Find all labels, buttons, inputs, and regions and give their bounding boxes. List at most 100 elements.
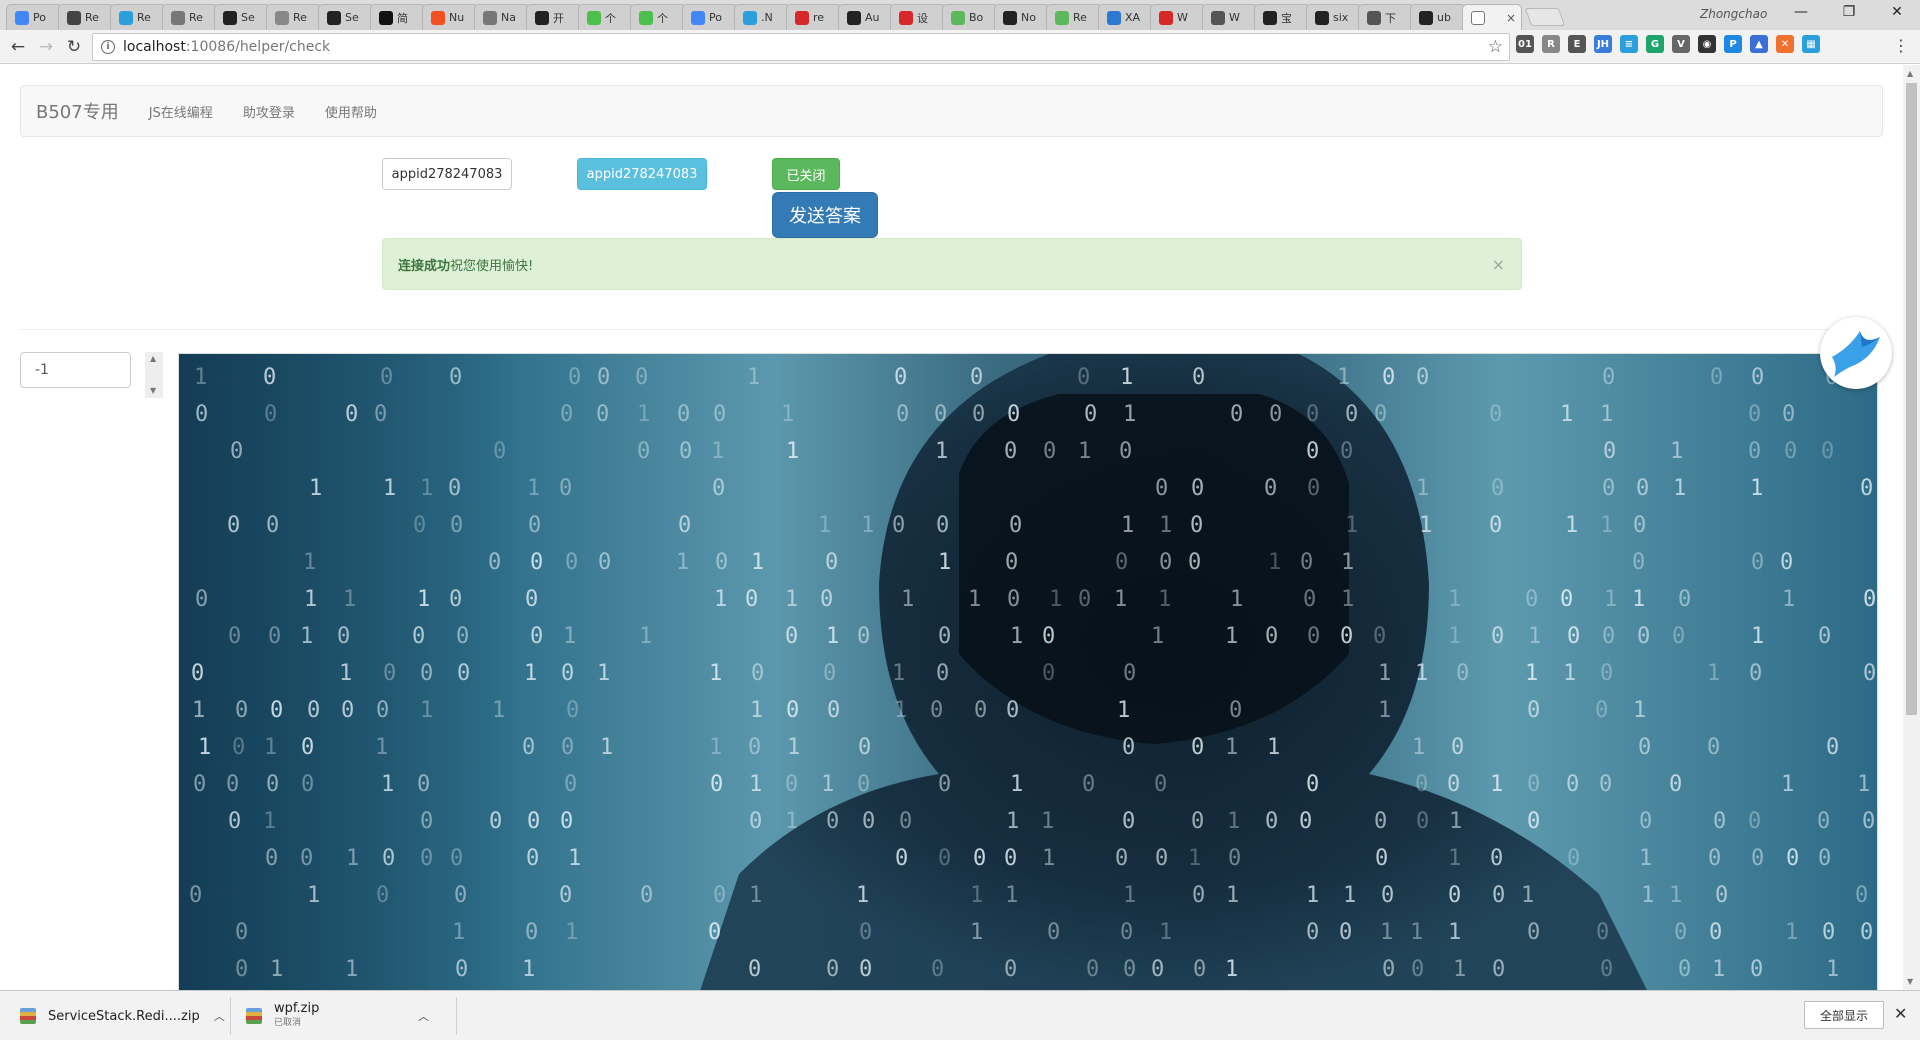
binary-digit: 0 (301, 735, 314, 760)
binary-digit: 1 (492, 698, 505, 723)
board-ext-icon[interactable]: ▦ (1802, 35, 1820, 53)
download-item[interactable]: ServiceStack.Redi....zip ︿ (20, 999, 225, 1033)
browser-tab[interactable]: 设 (890, 4, 946, 30)
note-ext-icon[interactable]: ≡ (1620, 35, 1638, 53)
profile-name[interactable]: Zhongchao (1700, 7, 1767, 21)
new-tab-button[interactable] (1524, 8, 1566, 26)
cap-ext-icon[interactable]: ▲ (1750, 35, 1768, 53)
browser-tab[interactable]: 开 (526, 4, 582, 30)
r-ext-icon[interactable]: R (1542, 35, 1560, 53)
spinner-up-icon[interactable]: ▲ (150, 354, 156, 363)
status-closed-button[interactable]: 已关闭 (772, 158, 840, 190)
binary-digit: 0 (1527, 809, 1540, 834)
page-scrollbar[interactable]: ▲ ▼ (1903, 65, 1920, 990)
send-answer-button[interactable]: 发送答案 (772, 192, 878, 238)
chevron-up-icon[interactable]: ︿ (214, 1008, 225, 1024)
browser-tab[interactable]: ub (1410, 4, 1466, 30)
active-tab[interactable]: × (1462, 4, 1522, 30)
tab-label: 个 (605, 11, 616, 25)
evernote-ext-icon[interactable]: E (1568, 35, 1586, 53)
bird-float-icon[interactable] (1820, 317, 1892, 389)
browser-tab[interactable]: 个 (578, 4, 634, 30)
browser-tab[interactable]: Au (838, 4, 894, 30)
browser-tab[interactable]: Re (110, 4, 166, 30)
binary-digit: 0 (749, 809, 762, 834)
browser-tab[interactable]: W (1150, 4, 1206, 30)
browser-tab[interactable]: Na (474, 4, 530, 30)
browser-tab[interactable]: XA (1098, 4, 1154, 30)
p-ext-icon[interactable]: P (1724, 35, 1742, 53)
tab-favicon-icon (535, 10, 549, 25)
browser-tab[interactable]: Re (162, 4, 218, 30)
number-input[interactable]: -1 (20, 352, 131, 388)
browser-tab[interactable]: 宝 (1254, 4, 1310, 30)
browser-tab[interactable]: Se (318, 4, 374, 30)
01-ext-icon[interactable]: 01 (1516, 35, 1534, 53)
nav-link-assist-login[interactable]: 助攻登录 (228, 102, 310, 121)
browser-tab[interactable]: .N (734, 4, 790, 30)
number-spinner[interactable]: ▲ ▼ (145, 352, 163, 398)
browser-menu-icon[interactable]: ⋮ (1893, 36, 1909, 55)
x-ext-icon[interactable]: ✕ (1776, 35, 1794, 53)
appid-default-button[interactable]: appid278247083 (382, 158, 512, 190)
binary-digit: 1 (970, 883, 983, 908)
scroll-up-icon[interactable]: ▲ (1907, 69, 1913, 78)
browser-tab[interactable]: Po (6, 4, 62, 30)
tab-label: W (1177, 11, 1188, 24)
ghost-ext-icon[interactable]: ◉ (1698, 35, 1716, 53)
scroll-thumb[interactable] (1906, 83, 1917, 715)
binary-digit: 1 (1669, 883, 1682, 908)
vue-ext-icon[interactable]: V (1672, 35, 1690, 53)
browser-tab[interactable]: No (994, 4, 1050, 30)
scroll-down-icon[interactable]: ▼ (1907, 977, 1913, 986)
window-close-button[interactable]: ✕ (1882, 4, 1912, 20)
restore-button[interactable]: ❐ (1834, 4, 1864, 20)
binary-digit: 0 (679, 439, 692, 464)
alert-close-icon[interactable]: × (1492, 255, 1505, 274)
binary-digit: 1 (420, 698, 433, 723)
appid-info-button[interactable]: appid278247083 (577, 158, 707, 190)
binary-digit: 1 (938, 550, 951, 575)
nav-link-help[interactable]: 使用帮助 (310, 102, 392, 121)
browser-tab[interactable]: Re (266, 4, 322, 30)
shelf-close-icon[interactable]: ✕ (1894, 1004, 1907, 1023)
binary-digit: 1 (568, 846, 581, 871)
binary-digit: 0 (264, 402, 277, 427)
show-all-downloads-button[interactable]: 全部显示 (1804, 1001, 1884, 1029)
binary-digit: 0 (412, 624, 425, 649)
browser-tab[interactable]: Re (58, 4, 114, 30)
binary-digit: 0 (1826, 735, 1839, 760)
reload-button[interactable]: ↻ (60, 33, 88, 61)
browser-tab[interactable]: 下 (1358, 4, 1414, 30)
binary-digit: 0 (857, 772, 870, 797)
browser-tab[interactable]: six (1306, 4, 1362, 30)
tab-close-icon[interactable]: × (1506, 11, 1516, 25)
jh-ext-icon[interactable]: JH (1594, 35, 1612, 53)
minimize-button[interactable]: — (1786, 4, 1816, 20)
brand-link[interactable]: B507专用 (21, 98, 134, 124)
binary-digit: 0 (568, 365, 581, 390)
tab-favicon-icon (379, 10, 393, 25)
back-button[interactable]: ← (4, 33, 32, 61)
browser-tab[interactable]: Re (1046, 4, 1102, 30)
browser-tab[interactable]: Se (214, 4, 270, 30)
forward-button[interactable]: → (32, 33, 60, 61)
browser-tab[interactable]: re (786, 4, 842, 30)
download-item[interactable]: wpf.zip 已取消 ︿ (246, 999, 429, 1033)
browser-tab[interactable]: W (1202, 4, 1258, 30)
grammarly-ext-icon[interactable]: G (1646, 35, 1664, 53)
bookmark-star-icon[interactable]: ☆ (1488, 37, 1503, 57)
browser-tab[interactable]: 个 (630, 4, 686, 30)
info-icon[interactable]: i (101, 40, 115, 54)
browser-tab[interactable]: Bo (942, 4, 998, 30)
address-bar[interactable]: i localhost:10086/helper/check ☆ (92, 33, 1510, 61)
binary-digit: 0 (712, 476, 725, 501)
browser-tab[interactable]: Po (682, 4, 738, 30)
chevron-up-icon[interactable]: ︿ (418, 1008, 429, 1024)
spinner-down-icon[interactable]: ▼ (150, 386, 156, 395)
browser-tab[interactable]: 简 (370, 4, 426, 30)
binary-digit: 1 (522, 957, 535, 982)
nav-link-js-online[interactable]: JS在线编程 (134, 102, 228, 121)
binary-digit: 0 (597, 365, 610, 390)
browser-tab[interactable]: Nu (422, 4, 478, 30)
